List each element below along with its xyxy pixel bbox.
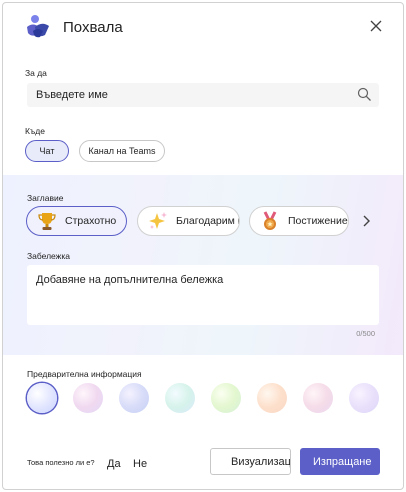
background-swatch-8[interactable] [349, 383, 379, 413]
feedback-yes-link[interactable]: Да [107, 458, 121, 470]
search-icon[interactable] [357, 87, 372, 102]
background-swatch-6[interactable] [257, 383, 287, 413]
feedback-no-link[interactable]: Не [133, 458, 147, 470]
badge-awesome-label: Страхотно [65, 215, 117, 227]
background-swatch-1[interactable] [27, 383, 57, 413]
dialog-header: Похвала [25, 13, 385, 43]
note-character-counter: 0/500 [356, 329, 375, 338]
send-button-label: Изпращане [313, 455, 372, 468]
praise-dialog: Похвала За да Въведете име Къде Чат Кана… [2, 2, 404, 490]
note-placeholder: Добавяне на допълнителна бележка [36, 274, 224, 286]
dialog-title: Похвала [63, 19, 123, 36]
sparkles-icon [149, 212, 167, 229]
badge-achievement[interactable]: Постижение [249, 206, 349, 236]
trophy-icon [38, 213, 56, 230]
badge-thank-you-label: Благодарим ви [176, 215, 239, 227]
preview-button-label: Визуализация [231, 455, 291, 468]
badge-thank-you[interactable]: Благодарим ви [137, 206, 240, 236]
note-label: Забележка [27, 251, 70, 261]
background-swatch-4[interactable] [165, 383, 195, 413]
praise-app-logo-icon [27, 15, 49, 38]
background-swatch-3[interactable] [119, 383, 149, 413]
where-label: Къде [25, 126, 45, 136]
badge-awesome[interactable]: Страхотно [26, 206, 127, 236]
medal-icon [263, 211, 277, 230]
send-button[interactable]: Изпращане [300, 448, 380, 475]
to-label: За да [25, 68, 47, 78]
recipient-input[interactable]: Въведете име [27, 83, 379, 107]
background-swatch-7[interactable] [303, 383, 333, 413]
preview-label: Предварителна информация [27, 369, 142, 379]
badges-label: Заглавие [27, 193, 64, 203]
preview-button[interactable]: Визуализация [210, 448, 291, 475]
background-swatch-2[interactable] [73, 383, 103, 413]
chevron-right-icon[interactable] [358, 212, 374, 230]
where-option-teams-channel[interactable]: Канал на Teams [79, 140, 165, 162]
feedback-question: Това полезно ли е? [27, 458, 95, 467]
recipient-placeholder: Въведете име [36, 89, 108, 101]
close-icon[interactable] [367, 17, 385, 35]
background-swatch-5[interactable] [211, 383, 241, 413]
badge-achievement-label: Постижение [288, 215, 348, 227]
note-textarea[interactable]: Добавяне на допълнителна бележка [27, 265, 379, 325]
where-option-chat[interactable]: Чат [25, 140, 69, 162]
